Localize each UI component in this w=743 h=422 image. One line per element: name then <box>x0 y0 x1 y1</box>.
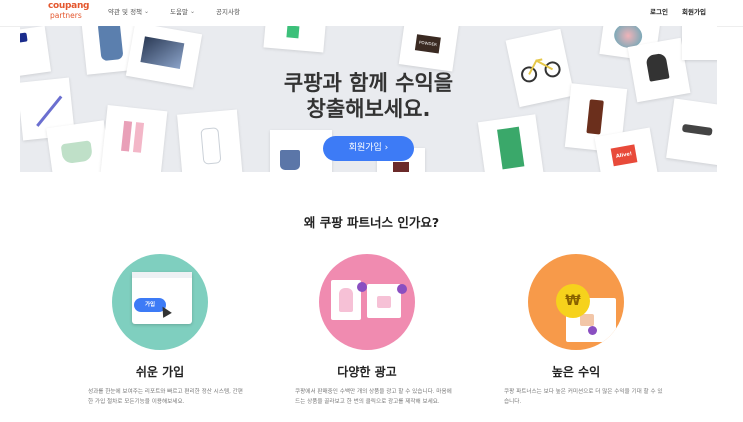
vitamin-box: Alive! <box>610 144 638 167</box>
dark-item-image <box>393 162 409 172</box>
coupang-partners-logo[interactable]: coupang partners <box>48 1 90 21</box>
pot-image <box>60 140 94 165</box>
easy-signup-illustration: 가입 <box>112 254 208 350</box>
feature-description: 쿠팡 파트너스는 보다 높은 커미션으로 더 많은 수익을 기대 할 수 있습니… <box>504 389 663 405</box>
feature-title: 쉬운 가입 <box>135 365 185 379</box>
login-link[interactable]: 로그인 <box>650 6 668 16</box>
signup-link[interactable]: 회원가입 <box>682 6 706 16</box>
browser-window: 가입 <box>132 272 192 324</box>
product-card-shelf <box>477 114 545 172</box>
person-silhouette <box>339 288 353 312</box>
bag-silhouette <box>580 314 594 326</box>
high-revenue-illustration: ₩ <box>528 254 624 350</box>
hero-title-line1: 쿠팡과 함께 수익을 <box>283 71 454 95</box>
link-icon <box>588 326 597 335</box>
chevron-down-icon: ⌄ <box>189 7 195 15</box>
chevron-down-icon: ⌄ <box>144 7 150 15</box>
feature-description: 성과를 한눈에 보여주는 리포트와 빠르고 편리한 정산 시스템, 간편한 가입… <box>88 389 243 405</box>
feature-description: 쿠팡에서 판매중인 수백만 개의 상품을 광고 할 수 있습니다. 마음에 드는… <box>295 389 452 405</box>
product-card-app <box>20 26 52 77</box>
top-nav: coupang partners 약관 및 정책 ⌄ 도움말 ⌄ 공지사항 로그… <box>0 0 743 27</box>
product-card-item <box>263 26 327 53</box>
menu-help[interactable]: 도움말 ⌄ <box>170 6 195 17</box>
hero-title-line2: 창출해보세요. <box>306 97 431 121</box>
powder-jar: POWDER <box>414 34 441 54</box>
feature-title: 다양한 광고 <box>337 365 397 379</box>
menu-terms[interactable]: 약관 및 정책 ⌄ <box>108 6 150 17</box>
menu-notice-label: 공지사항 <box>216 8 240 16</box>
lipstick-image <box>132 122 145 153</box>
menu-notice[interactable]: 공지사항 <box>216 6 240 16</box>
feature-title: 높은 수익 <box>551 365 601 379</box>
logo-text-coupang: coupang <box>48 1 90 11</box>
tv-image <box>140 36 185 69</box>
mug-image <box>280 150 300 170</box>
browser-titlebar <box>132 272 192 278</box>
drone-image <box>681 123 713 136</box>
logo-text-partners: partners <box>50 11 82 20</box>
link-icon <box>397 284 407 294</box>
shelf-image <box>497 126 525 170</box>
product-card-powder: POWDER <box>398 26 460 72</box>
why-section-title: 왜 쿠팡 파트너스 인가요? <box>303 215 440 230</box>
various-ads-illustration <box>319 254 415 350</box>
menu-terms-label: 약관 및 정책 <box>108 8 143 16</box>
won-coin-icon: ₩ <box>556 284 590 318</box>
app-icon <box>20 32 28 43</box>
hero-signup-button[interactable]: 회원가입 › <box>323 136 414 161</box>
green-item-image <box>286 26 300 39</box>
lipstick-image <box>121 120 133 152</box>
bag-silhouette <box>377 296 391 308</box>
baby-bottle-image <box>200 127 222 165</box>
jeans-image <box>97 26 124 62</box>
link-icon <box>357 282 367 292</box>
ad-card <box>367 284 401 318</box>
hero-banner: POWDER Alive! 쿠팡과 함께 수익을 창출해보세요. 회원가입 › <box>20 26 717 172</box>
hero-title: 쿠팡과 함께 수익을 창출해보세요. <box>20 70 717 122</box>
menu-help-label: 도움말 <box>170 8 188 16</box>
product-card-corner <box>682 26 717 60</box>
